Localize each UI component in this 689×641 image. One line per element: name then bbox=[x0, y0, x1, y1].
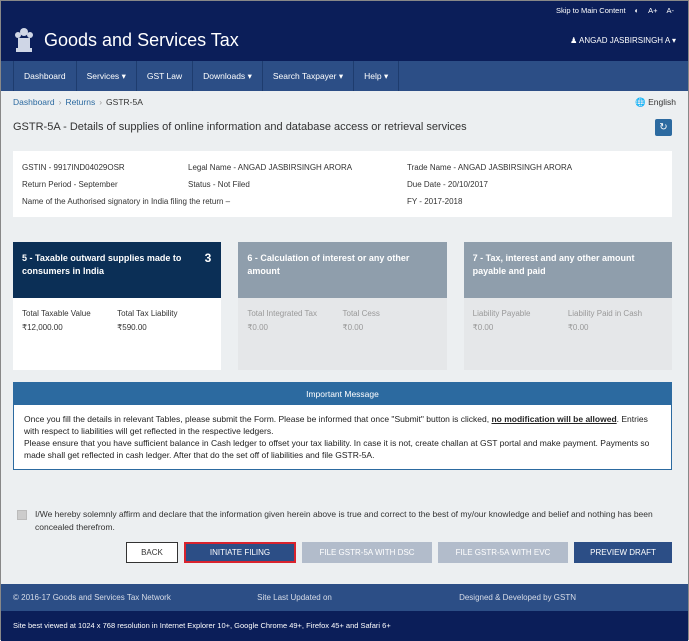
record-count-badge: 3 bbox=[204, 251, 212, 265]
language-label: English bbox=[648, 96, 676, 107]
tile-value: ₹0.00 bbox=[472, 323, 494, 332]
important-message: Important Message Once you fill the deta… bbox=[13, 382, 672, 470]
message-heading: Important Message bbox=[14, 383, 671, 405]
copyright: © 2016-17 Goods and Services Tax Network bbox=[13, 593, 171, 602]
nav-search-taxpayer[interactable]: Search Taxpayer ▾ bbox=[263, 61, 355, 91]
tile-label: Total Tax Liability bbox=[117, 309, 178, 318]
breadcrumb: Dashboard › Returns › GSTR-5A 🌐 English bbox=[1, 91, 688, 113]
breadcrumb-dashboard[interactable]: Dashboard bbox=[13, 97, 55, 107]
summary-tiles: 5 - Taxable outward supplies made to con… bbox=[13, 242, 672, 370]
tile-header: 7 - Tax, interest and any other amount p… bbox=[463, 242, 672, 298]
tile-label: Liability Payable bbox=[472, 309, 531, 318]
designed-by: Designed & Developed by GSTN bbox=[459, 593, 577, 602]
taxpayer-info-panel: GSTIN - 9917IND04029OSR Legal Name - ANG… bbox=[13, 151, 672, 217]
nav-services[interactable]: Services ▾ bbox=[77, 61, 137, 91]
declaration: I/We hereby solemnly affirm and declare … bbox=[13, 508, 672, 534]
tile-label: Liability Paid in Cash bbox=[567, 309, 643, 318]
nav-services-label: Services bbox=[86, 71, 120, 81]
due-date: Due Date - 20/10/2017 bbox=[407, 180, 488, 189]
page-header: GSTR-5A - Details of supplies of online … bbox=[1, 113, 688, 141]
legal-name: Legal Name - ANGAD JASBIRSINGH ARORA bbox=[188, 163, 353, 172]
declaration-checkbox[interactable] bbox=[17, 510, 27, 520]
gstin: GSTIN - 9917IND04029OSR bbox=[22, 163, 125, 172]
tile-title: 5 - Taxable outward supplies made to con… bbox=[22, 253, 182, 276]
tile-title: 6 - Calculation of interest or any other… bbox=[247, 253, 410, 276]
file-with-evc-button[interactable]: FILE GSTR-5A WITH EVC bbox=[438, 542, 568, 563]
chevron-down-icon: ▾ bbox=[338, 70, 344, 81]
header: Goods and Services Tax ♟ ANGAD JASBIRSIN… bbox=[1, 19, 688, 61]
message-text: Once you fill the details in relevant Ta… bbox=[24, 414, 492, 424]
tile-interest-calculation[interactable]: 6 - Calculation of interest or any other… bbox=[238, 242, 447, 370]
breadcrumb-current: GSTR-5A bbox=[106, 97, 143, 107]
site-title[interactable]: Goods and Services Tax bbox=[44, 30, 570, 51]
user-name: ANGAD JASBIRSINGH A bbox=[579, 35, 670, 45]
chevron-down-icon: ▾ bbox=[384, 70, 389, 81]
skip-link[interactable]: Skip to Main Content bbox=[556, 6, 626, 15]
message-body: Once you fill the details in relevant Ta… bbox=[14, 405, 671, 469]
tile-value: ₹0.00 bbox=[247, 323, 268, 332]
emblem-icon[interactable] bbox=[13, 25, 35, 55]
tile-label: Total Cess bbox=[342, 309, 380, 318]
breadcrumb-separator: › bbox=[58, 97, 62, 107]
tile-value: ₹12,000.00 bbox=[22, 323, 63, 332]
tile-header: 5 - Taxable outward supplies made to con… bbox=[13, 242, 222, 298]
preview-draft-button[interactable]: PREVIEW DRAFT bbox=[574, 542, 672, 563]
file-with-dsc-button[interactable]: FILE GSTR-5A WITH DSC bbox=[302, 542, 432, 563]
tile-tax-payable[interactable]: 7 - Tax, interest and any other amount p… bbox=[463, 242, 672, 370]
status: Status - Not Filed bbox=[188, 180, 250, 189]
contrast-icon[interactable]: ◐ bbox=[635, 6, 640, 15]
message-warning: no modification will be allowed bbox=[491, 414, 617, 424]
initiate-filing-button[interactable]: INITIATE FILING bbox=[184, 542, 296, 563]
user-menu[interactable]: ♟ ANGAD JASBIRSINGH A ▾ bbox=[570, 36, 676, 45]
font-decrease-button[interactable]: A- bbox=[667, 6, 675, 15]
page-title: GSTR-5A - Details of supplies of online … bbox=[13, 121, 467, 133]
nav-downloads-label: Downloads bbox=[203, 71, 246, 81]
nav-downloads[interactable]: Downloads ▾ bbox=[193, 61, 263, 91]
tile-title: 7 - Tax, interest and any other amount p… bbox=[472, 253, 635, 276]
financial-year: FY - 2017-2018 bbox=[407, 197, 463, 206]
chevron-down-icon: ▾ bbox=[247, 70, 252, 81]
trade-name: Trade Name - ANGAD JASBIRSINGH ARORA bbox=[407, 163, 573, 172]
language-selector[interactable]: 🌐 English bbox=[635, 97, 676, 108]
font-increase-button[interactable]: A+ bbox=[648, 6, 657, 15]
message-text: Please ensure that you have sufficient b… bbox=[24, 438, 650, 460]
nav-help[interactable]: Help ▾ bbox=[354, 61, 400, 91]
authorised-signatory: Name of the Authorised signatory in Indi… bbox=[22, 197, 231, 206]
tile-label: Total Integrated Tax bbox=[247, 309, 318, 318]
breadcrumb-returns[interactable]: Returns bbox=[65, 97, 95, 107]
nav-help-label: Help bbox=[364, 71, 382, 81]
browser-note: Site best viewed at 1024 x 768 resolutio… bbox=[1, 611, 688, 641]
nav-gst-law[interactable]: GST Law bbox=[137, 61, 194, 91]
tile-value: ₹590.00 bbox=[117, 323, 147, 332]
tile-label: Total Taxable Value bbox=[22, 309, 91, 318]
return-period: Return Period - September bbox=[22, 180, 118, 189]
back-button[interactable]: BACK bbox=[126, 542, 178, 563]
declaration-text: I/We hereby solemnly affirm and declare … bbox=[35, 509, 653, 532]
nav-dashboard[interactable]: Dashboard bbox=[13, 61, 77, 91]
site-updated: Site Last Updated on bbox=[257, 593, 332, 602]
footer: © 2016-17 Goods and Services Tax Network… bbox=[1, 584, 688, 611]
breadcrumb-separator: › bbox=[99, 97, 103, 107]
tile-value: ₹0.00 bbox=[567, 323, 589, 332]
tile-taxable-supplies[interactable]: 5 - Taxable outward supplies made to con… bbox=[13, 242, 222, 370]
main-nav: Dashboard Services ▾ GST Law Downloads ▾… bbox=[1, 61, 688, 91]
chevron-down-icon: ▾ bbox=[121, 70, 126, 81]
action-buttons: BACK INITIATE FILING FILE GSTR-5A WITH D… bbox=[13, 542, 672, 563]
refresh-icon[interactable]: ↻ bbox=[655, 118, 672, 136]
tile-value: ₹0.00 bbox=[342, 323, 364, 332]
tile-header: 6 - Calculation of interest or any other… bbox=[238, 242, 447, 298]
top-utility-bar: Skip to Main Content ◐ A+ A- bbox=[1, 1, 688, 19]
nav-search-label: Search Taxpayer bbox=[272, 71, 337, 81]
